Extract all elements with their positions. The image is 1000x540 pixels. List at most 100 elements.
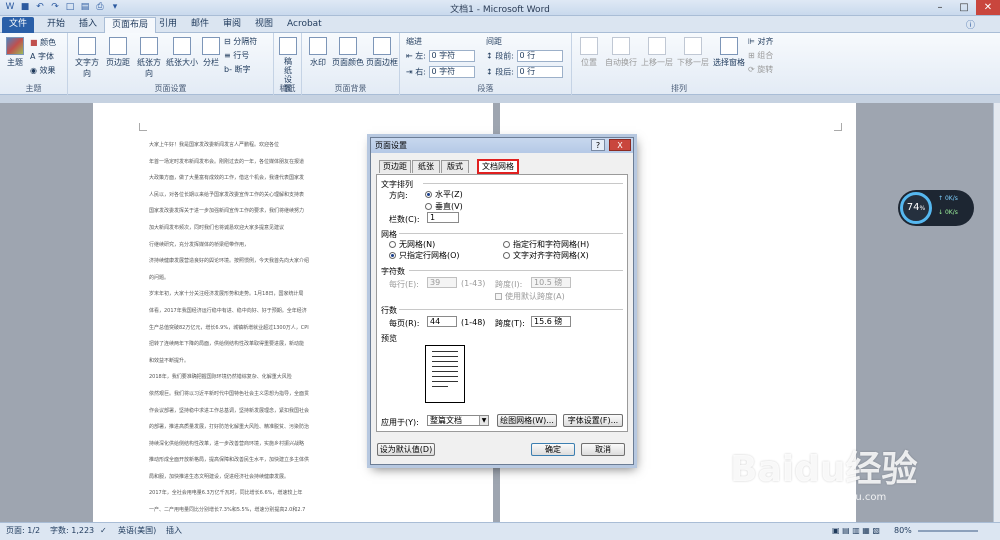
tab-paper[interactable]: 纸张	[412, 160, 440, 173]
tab-insert[interactable]: 插入	[72, 17, 104, 33]
orientation-button[interactable]: 纸张方向	[134, 37, 164, 79]
text-direction-label: 文字方向	[75, 58, 99, 78]
line-char-grid-option[interactable]: 指定行和字符网格(H)	[503, 239, 589, 250]
insert-mode[interactable]: 插入	[166, 523, 182, 539]
word-count[interactable]: 字数: 1,223	[50, 523, 94, 539]
indent-left-icon: ⇤	[406, 51, 413, 61]
theme-button[interactable]: 主题	[4, 37, 26, 68]
dialog-close-button[interactable]: X	[609, 139, 631, 151]
text-direction-icon	[78, 37, 96, 55]
set-default-button[interactable]: 设为默认值(D)	[377, 443, 435, 456]
cancel-button[interactable]: 取消	[581, 443, 625, 456]
snap-char-radio[interactable]	[503, 252, 510, 259]
indent-right-input[interactable]: 0 字符	[428, 66, 475, 78]
position-label: 位置	[581, 58, 597, 67]
text-direction-button[interactable]: 文字方向	[72, 37, 102, 79]
selection-pane-icon	[720, 37, 738, 55]
language[interactable]: 英语(美国)	[118, 523, 156, 539]
close-window-button[interactable]: ✕	[976, 0, 1000, 15]
help-icon[interactable]: ⓘ	[966, 18, 975, 31]
tab-view[interactable]: 视图	[248, 17, 280, 33]
colors-button[interactable]: ■ 颜色	[30, 37, 56, 48]
effects-button[interactable]: ◉ 效果	[30, 65, 56, 76]
lines-per-page-input[interactable]: 44	[427, 316, 457, 327]
wrap-text-button[interactable]: 自动换行	[604, 37, 638, 68]
indent-right-label: 右:	[415, 67, 426, 77]
no-grid-option[interactable]: 无网格(N)	[389, 239, 435, 250]
horizontal-radio[interactable]	[425, 191, 432, 198]
size-button[interactable]: 纸张大小	[166, 37, 198, 68]
selection-pane-label: 选择窗格	[713, 58, 745, 67]
default-pitch-checkbox[interactable]	[495, 293, 502, 300]
chars-per-line-input[interactable]: 39	[427, 277, 457, 288]
indent-left-input[interactable]: 0 字符	[428, 50, 475, 62]
bring-forward-button[interactable]: 上移一层	[640, 37, 674, 68]
breaks-button[interactable]: ⊟ 分隔符	[224, 36, 257, 47]
watermark-label: 水印	[310, 58, 326, 67]
fonts-button[interactable]: A 字体	[30, 51, 54, 62]
send-backward-button[interactable]: 下移一层	[676, 37, 710, 68]
no-grid-radio[interactable]	[389, 241, 396, 248]
text-direction-header: 文字排列	[381, 180, 413, 189]
spacing-before-icon: ↕	[486, 51, 493, 61]
dialog-title-bar: 页面设置 ? X	[371, 138, 633, 153]
download-speed: ↓ 0K/s	[938, 209, 958, 216]
zoom-level[interactable]: 80%	[894, 523, 912, 539]
vertical-option[interactable]: 垂直(V)	[425, 201, 463, 212]
page-background-group-label: 页面背景	[334, 84, 367, 93]
tab-page-layout[interactable]: 页面布局	[104, 17, 157, 33]
wrap-text-label: 自动换行	[605, 58, 637, 67]
theme-label: 主题	[7, 58, 23, 67]
lines-header: 行数	[381, 306, 397, 315]
line-grid-radio[interactable]	[389, 252, 396, 259]
draw-grid-button[interactable]: 绘图网格(W)...	[497, 414, 557, 427]
line-pitch-input[interactable]: 15.6 磅	[531, 316, 571, 327]
vertical-scrollbar[interactable]	[993, 103, 1000, 523]
tab-mailings[interactable]: 邮件	[184, 17, 216, 33]
line-char-grid-radio[interactable]	[503, 241, 510, 248]
position-button[interactable]: 位置	[576, 37, 602, 68]
view-buttons[interactable]: ▣ ▤ ▥ ▦ ▧	[832, 523, 880, 539]
tab-layout[interactable]: 版式	[441, 160, 469, 173]
tab-references[interactable]: 引用	[152, 17, 184, 33]
tab-review[interactable]: 审阅	[216, 17, 248, 33]
margins-button[interactable]: 页边距	[104, 37, 132, 68]
horizontal-option[interactable]: 水平(Z)	[425, 189, 463, 200]
rotate-button[interactable]: ⟳ 旋转	[748, 64, 773, 75]
ok-button[interactable]: 确定	[531, 443, 575, 456]
arrange-group-label: 排列	[671, 84, 687, 93]
char-pitch-input[interactable]: 10.5 磅	[531, 277, 571, 288]
proofing-icon[interactable]: ✓	[100, 523, 107, 539]
page-borders-button[interactable]: 页面边框	[366, 37, 398, 68]
apply-to-select[interactable]: 整篇文档 ▼	[427, 415, 489, 426]
spacing-after-input[interactable]: 0 行	[516, 66, 563, 78]
maximize-button[interactable]: □	[952, 0, 976, 15]
group-button[interactable]: ⊞ 组合	[748, 50, 773, 61]
columns-button[interactable]: 分栏	[200, 37, 222, 68]
tab-acrobat[interactable]: Acrobat	[280, 17, 329, 33]
page-count[interactable]: 页面: 1/2	[6, 523, 40, 539]
tab-file[interactable]: 文件	[2, 17, 35, 33]
watermark-button[interactable]: 水印	[306, 37, 330, 68]
page-color-button[interactable]: 页面颜色	[332, 37, 364, 68]
spacing-before-input[interactable]: 0 行	[516, 50, 563, 62]
minimize-button[interactable]: –	[928, 0, 952, 15]
line-grid-option[interactable]: 只指定行网格(O)	[389, 250, 460, 261]
font-settings-button[interactable]: 字体设置(F)...	[563, 414, 623, 427]
help-button[interactable]: ?	[591, 139, 605, 151]
tab-margins[interactable]: 页边距	[379, 160, 411, 173]
tab-home[interactable]: 开始	[40, 17, 72, 33]
paragraph-group-label: 段落	[477, 84, 494, 93]
selection-pane-button[interactable]: 选择窗格	[712, 37, 746, 68]
page-setup-group-label: 页面设置	[154, 84, 187, 93]
zoom-slider[interactable]	[918, 530, 978, 532]
snap-char-option[interactable]: 文字对齐字符网格(X)	[503, 250, 589, 261]
hyphenation-button[interactable]: b- 断字	[224, 64, 251, 75]
columns-input[interactable]: 1	[427, 212, 459, 223]
default-pitch-option[interactable]: 使用默认跨度(A)	[495, 291, 565, 302]
line-numbers-button[interactable]: ≡ 行号	[224, 50, 249, 61]
network-speed-widget[interactable]: 74% ↑ 0K/s ↓ 0K/s	[898, 190, 974, 226]
align-button[interactable]: ⊫ 对齐	[748, 36, 774, 47]
tab-document-grid[interactable]: 文档网格	[477, 159, 519, 174]
vertical-radio[interactable]	[425, 203, 432, 210]
